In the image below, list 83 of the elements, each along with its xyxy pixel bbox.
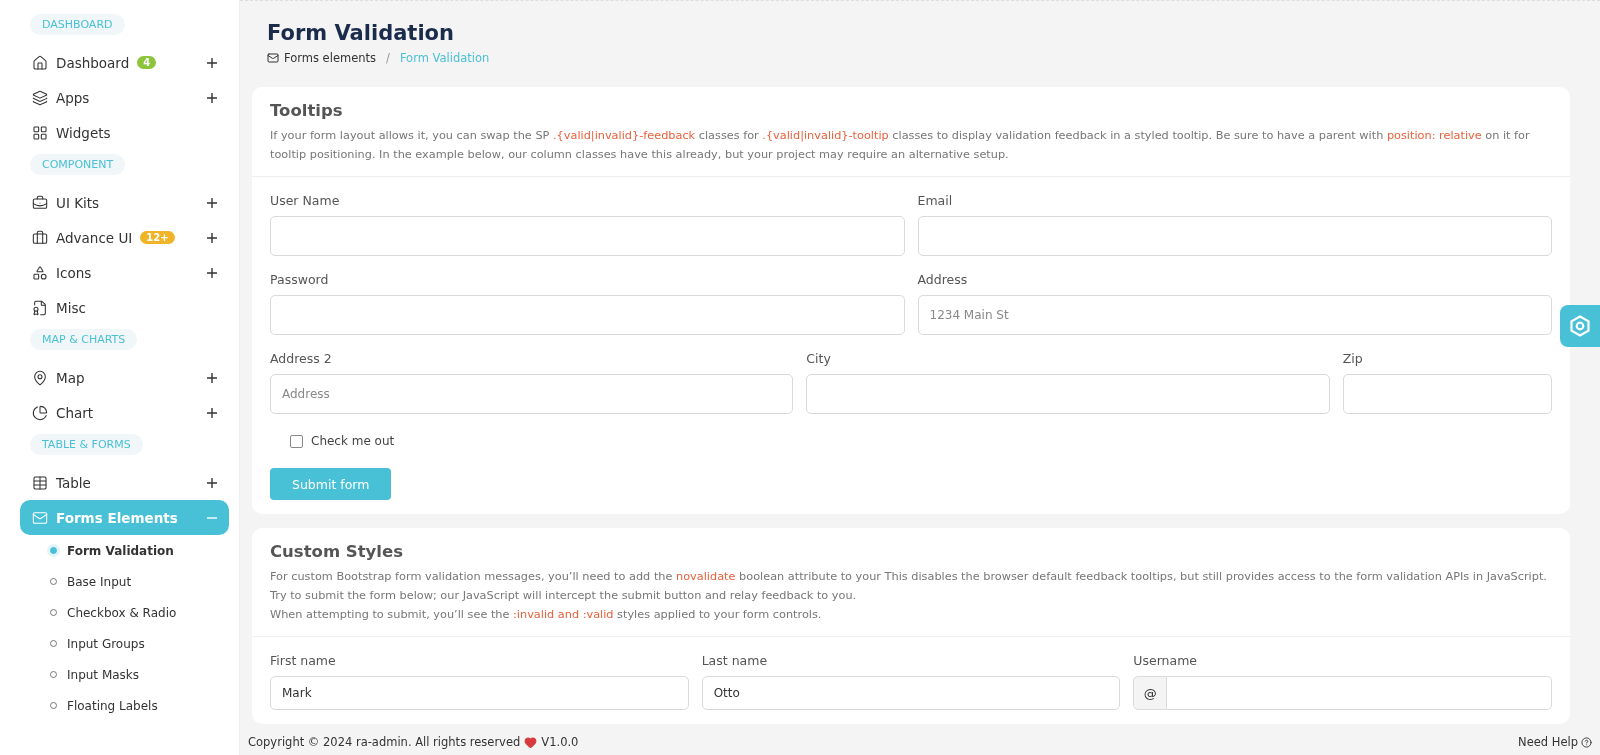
sidebar-item[interactable]: UI Kits (20, 185, 229, 220)
sidebar-item[interactable]: Table (20, 465, 229, 500)
card-title: Tooltips (270, 101, 344, 120)
sidebar-item[interactable]: Apps (20, 80, 229, 115)
checkbox[interactable] (290, 434, 303, 448)
input-field[interactable]: Mark (270, 676, 689, 710)
sidebar-item-label: Icons (56, 264, 92, 281)
sidebar-item-label: Misc (56, 299, 86, 316)
input-field[interactable]: Address (270, 374, 794, 414)
house-icon (32, 54, 48, 71)
sidebar-item-label: Chart (56, 404, 94, 421)
grid-icon (32, 124, 48, 141)
sidebar-item-label: Apps (56, 89, 90, 106)
input-field[interactable] (1342, 374, 1552, 414)
field-label: Password (270, 272, 330, 287)
pie-chart-icon (32, 404, 48, 421)
field-label: Username (1133, 653, 1199, 668)
submenu-item[interactable]: Input Groups (20, 628, 229, 659)
version-text: V1.0.0 (541, 735, 579, 749)
breadcrumb-link[interactable]: Forms elements (267, 51, 377, 65)
submenu-item[interactable]: Input Masks (20, 659, 229, 690)
sidebar-item[interactable]: Advance UI 12+ (20, 220, 229, 255)
sidebar-item-label: Advance UI (56, 229, 133, 246)
help-link[interactable]: Need Help (1518, 735, 1592, 749)
input-prefix: @ (1133, 676, 1168, 710)
input-field[interactable] (917, 216, 1552, 256)
input-field[interactable]: 1234 Main St (917, 295, 1552, 335)
checkbox-label: Check me out (311, 434, 395, 448)
count-badge: 12+ (140, 231, 175, 244)
sidebar-item-label: Table (56, 474, 91, 491)
input-field[interactable] (270, 295, 905, 335)
submenu-item[interactable]: Form Validation (20, 535, 229, 566)
copyright-text: Copyright © 2024 ra-admin. All rights reserved (248, 735, 521, 749)
sidebar-item-label: Dashboard (56, 54, 130, 71)
breadcrumb-separator: / (386, 51, 390, 65)
sidebar-item[interactable]: Chart (20, 395, 229, 430)
layers-icon (32, 89, 48, 106)
sidebar-item-label: Forms Elements (56, 509, 178, 526)
description-text: If your form layout allows it, you can swap the SP .{valid|invalid}-feedback classes for .{valid|invalid}-tooltip classes to display validation feedback in a styled tooltip. Be sure to have a parent with position: relative on it for tooltip positioning. In the example below, our column classes have this already, but your project may require an alternative setup. (270, 128, 1531, 163)
heart-icon (524, 735, 538, 749)
map-pin-icon (32, 369, 48, 386)
field-label: User Name (270, 193, 341, 208)
submenu-item[interactable]: Floating Labels (20, 690, 229, 721)
field-label: Address (917, 272, 969, 287)
field-label: Last name (701, 653, 769, 668)
table-icon (32, 474, 48, 491)
sidebar-item[interactable]: Icons (20, 255, 229, 290)
input-field[interactable] (270, 216, 905, 256)
envelope-icon (267, 52, 279, 64)
shapes-icon (32, 264, 48, 281)
field-label: Email (917, 193, 954, 208)
description-text: For custom Bootstrap form validation messages, you’ll need to add the novalidate boolean attribute to your This disables the browser default feedback tooltips, but still provides access to the form validation APIs in JavaScript. Try to submit the form below; our JavaScript will intercept the submit button and relay feedback to you. (270, 569, 1548, 604)
section-label: DASHBOARD (30, 14, 125, 35)
page-title: Form Validation (267, 21, 455, 45)
briefcase-icon (32, 229, 48, 246)
section-label: MAP & CHARTS (30, 329, 138, 350)
envelope-icon (32, 509, 48, 526)
description-text: When attempting to submit, you’ll see the :invalid and :valid styles applied to your form controls. (270, 607, 823, 623)
field-label: Zip (1342, 351, 1364, 366)
input-field[interactable] (1167, 676, 1552, 710)
input-field[interactable]: Otto (701, 676, 1121, 710)
settings-button[interactable] (1560, 305, 1600, 347)
submenu-item[interactable]: Base Input (20, 566, 229, 597)
submenu-item[interactable]: Checkbox & Radio (20, 597, 229, 628)
sidebar-item[interactable]: Widgets (20, 115, 229, 150)
sidebar-item[interactable]: Misc (20, 290, 229, 325)
input-field[interactable] (806, 374, 1330, 414)
sidebar-item-label: Widgets (56, 124, 111, 141)
count-badge: 4 (137, 56, 157, 69)
section-label: TABLE & FORMS (30, 434, 143, 455)
toolbox-icon (32, 194, 48, 211)
document-badge-icon (32, 299, 48, 316)
field-label: City (806, 351, 832, 366)
field-label: First name (270, 653, 337, 668)
section-label: COMPONENT (30, 154, 126, 175)
sidebar-item-label: Map (56, 369, 85, 386)
settings-icon (1568, 314, 1592, 338)
card-title: Custom Styles (270, 542, 405, 561)
field-label: Address 2 (270, 351, 333, 366)
sidebar-item[interactable]: Dashboard 4 (20, 45, 229, 80)
help-icon (1581, 736, 1592, 748)
sidebar-item[interactable]: Map (20, 360, 229, 395)
sidebar-item-label: UI Kits (56, 194, 100, 211)
